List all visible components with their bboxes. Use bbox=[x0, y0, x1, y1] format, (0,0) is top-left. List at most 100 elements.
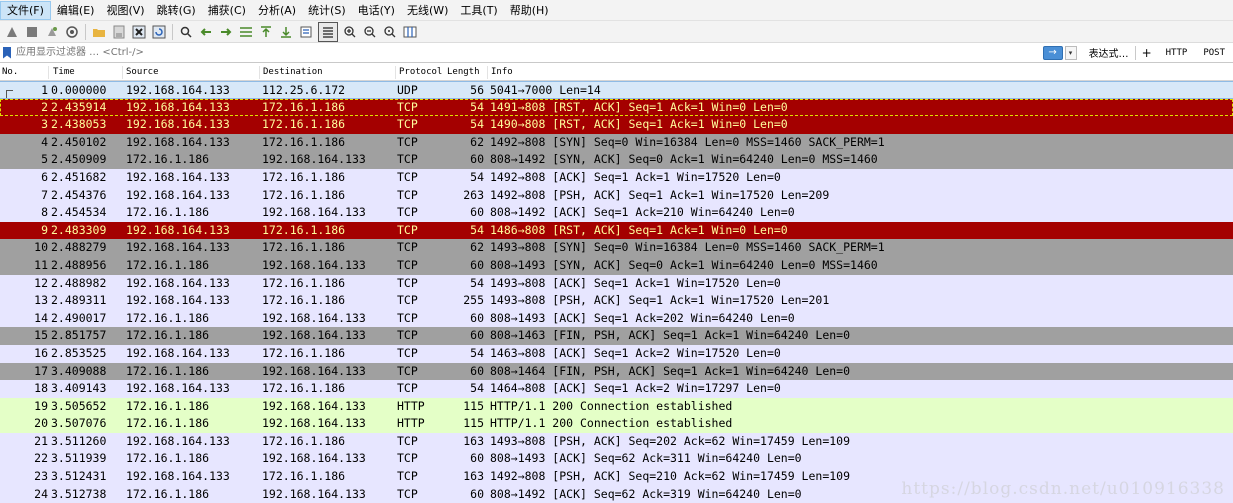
go-back-icon[interactable] bbox=[198, 24, 214, 40]
packet-row[interactable]: 8 2.454534 172.16.1.186 192.168.164.133 TCP 6… bbox=[0, 204, 1233, 222]
packet-destination: 172.16.1.186 bbox=[262, 99, 346, 114]
packet-info: 1493→808 [ACK] Seq=1 Ack=1 Win=17520 Len… bbox=[490, 275, 781, 290]
menu-tools[interactable]: 工具(T) bbox=[454, 1, 503, 20]
menu-wireless[interactable]: 无线(W) bbox=[401, 1, 454, 20]
packet-row[interactable]: 24 3.512738 172.16.1.186 192.168.164.133 TCP… bbox=[0, 485, 1233, 503]
zoom-normal-icon[interactable] bbox=[382, 24, 398, 40]
column-header-time[interactable]: Time bbox=[53, 64, 75, 81]
resize-columns-icon[interactable] bbox=[402, 24, 418, 40]
packet-length: 255 bbox=[463, 293, 484, 308]
packet-info: 808→1464 [FIN, PSH, ACK] Seq=1 Ack=1 Win… bbox=[490, 363, 851, 378]
packet-row[interactable]: 17 3.409088 172.16.1.186 192.168.164.133 TCP… bbox=[0, 362, 1233, 381]
packet-row[interactable]: 11 2.488956 172.16.1.186 192.168.164.133 TCP… bbox=[0, 256, 1233, 275]
add-filter-button[interactable]: + bbox=[1136, 46, 1158, 60]
packet-row[interactable]: 7 2.454376 192.168.164.133 172.16.1.186 TCP 2… bbox=[0, 186, 1233, 205]
packet-row[interactable]: 22 3.511939 172.16.1.186 192.168.164.133 TCP… bbox=[0, 450, 1233, 469]
display-filter-input[interactable] bbox=[14, 44, 1043, 61]
packet-row[interactable]: 21 3.511260 192.168.164.133 172.16.1.186 TCP… bbox=[0, 432, 1233, 451]
packet-row[interactable]: 5 2.450909 172.16.1.186 192.168.164.133 TCP 6… bbox=[0, 151, 1233, 169]
packet-length: 62 bbox=[470, 134, 484, 149]
filter-bookmark-icon[interactable] bbox=[3, 46, 11, 59]
packet-no: 20 bbox=[34, 416, 48, 431]
menu-analyze[interactable]: 分析(A) bbox=[252, 1, 302, 20]
colorize-icon[interactable] bbox=[318, 21, 338, 42]
packet-protocol: TCP bbox=[397, 433, 418, 448]
packet-no: 5 bbox=[41, 152, 48, 167]
zoom-out-icon[interactable] bbox=[362, 24, 378, 40]
autoscroll-icon[interactable] bbox=[298, 24, 314, 40]
column-header-length[interactable]: Length bbox=[447, 64, 480, 81]
filter-history-chevron-down-icon[interactable]: ▾ bbox=[1064, 45, 1077, 60]
stop-capture-icon[interactable] bbox=[24, 24, 40, 40]
column-divider[interactable] bbox=[48, 66, 49, 79]
go-forward-icon[interactable] bbox=[218, 24, 234, 40]
menu-telephony[interactable]: 电话(Y) bbox=[352, 1, 401, 20]
packet-no: 19 bbox=[34, 398, 48, 413]
packet-row[interactable]: 16 2.853525 192.168.164.133 172.16.1.186 TCP… bbox=[0, 344, 1233, 363]
packet-length: 60 bbox=[470, 486, 484, 501]
menu-edit[interactable]: 编辑(E) bbox=[51, 1, 101, 20]
packet-destination: 192.168.164.133 bbox=[262, 328, 366, 343]
filter-button-post[interactable]: POST bbox=[1195, 48, 1233, 58]
packet-row[interactable]: 4 2.450102 192.168.164.133 172.16.1.186 TCP 6… bbox=[0, 133, 1233, 152]
packet-row[interactable]: 13 2.489311 192.168.164.133 172.16.1.186 TCP… bbox=[0, 292, 1233, 310]
column-divider[interactable] bbox=[122, 66, 123, 79]
packet-row[interactable]: 15 2.851757 172.16.1.186 192.168.164.133 TCP… bbox=[0, 327, 1233, 345]
go-last-packet-icon[interactable] bbox=[278, 24, 294, 40]
packet-time: 2.853525 bbox=[51, 345, 107, 360]
packet-destination: 172.16.1.186 bbox=[262, 345, 346, 360]
menu-go[interactable]: 跳转(G) bbox=[151, 1, 202, 20]
packet-row[interactable]: 19 3.505652 172.16.1.186 192.168.164.133 HTT… bbox=[0, 397, 1233, 416]
toolbar-separator bbox=[85, 23, 86, 40]
column-header-source[interactable]: Source bbox=[126, 64, 159, 81]
packet-row[interactable]: 9 2.483309 192.168.164.133 172.16.1.186 TCP 5… bbox=[0, 221, 1233, 240]
menu-view[interactable]: 视图(V) bbox=[100, 1, 150, 20]
column-divider[interactable] bbox=[395, 66, 396, 79]
packet-row[interactable]: 2 2.435914 192.168.164.133 172.16.1.186 TCP 5… bbox=[0, 98, 1233, 117]
zoom-in-icon[interactable] bbox=[342, 24, 358, 40]
packet-time: 2.489311 bbox=[51, 293, 107, 308]
go-first-packet-icon[interactable] bbox=[258, 24, 274, 40]
find-packet-icon[interactable] bbox=[178, 24, 194, 40]
packet-source: 192.168.164.133 bbox=[126, 381, 230, 396]
packet-row[interactable]: 3 2.438053 192.168.164.133 172.16.1.186 TCP 5… bbox=[0, 116, 1233, 134]
packet-row[interactable]: 23 3.512431 192.168.164.133 172.16.1.186 TCP… bbox=[0, 468, 1233, 486]
packet-destination: 172.16.1.186 bbox=[262, 169, 346, 184]
packet-source: 172.16.1.186 bbox=[126, 486, 210, 501]
filter-button-http[interactable]: HTTP bbox=[1158, 48, 1196, 58]
menu-capture[interactable]: 捕获(C) bbox=[202, 1, 252, 20]
packet-row[interactable]: 14 2.490017 172.16.1.186 192.168.164.133 TCP… bbox=[0, 309, 1233, 328]
column-header-destination[interactable]: Destination bbox=[263, 64, 323, 81]
packet-list: No. Time Source Destination Protocol Len… bbox=[0, 64, 1233, 503]
packet-no: 3 bbox=[41, 117, 48, 132]
menu-file[interactable]: 文件(F) bbox=[0, 0, 51, 20]
apply-filter-arrow-icon[interactable]: → bbox=[1042, 45, 1063, 60]
packet-row[interactable]: 18 3.409143 192.168.164.133 172.16.1.186 TCP… bbox=[0, 380, 1233, 398]
packet-length: 60 bbox=[470, 328, 484, 343]
packet-row[interactable]: 1 0.000000 192.168.164.133 112.25.6.172 UDP 5… bbox=[0, 81, 1233, 99]
packet-source: 192.168.164.133 bbox=[126, 117, 230, 132]
reload-file-icon[interactable] bbox=[151, 24, 167, 40]
column-header-protocol[interactable]: Protocol bbox=[399, 64, 442, 81]
go-to-packet-icon[interactable] bbox=[238, 24, 254, 40]
packet-source: 192.168.164.133 bbox=[126, 293, 230, 308]
packet-destination: 172.16.1.186 bbox=[262, 187, 346, 202]
packet-row[interactable]: 10 2.488279 192.168.164.133 172.16.1.186 TCP… bbox=[0, 239, 1233, 257]
start-capture-icon[interactable] bbox=[4, 24, 20, 40]
close-file-icon[interactable] bbox=[131, 24, 147, 40]
menu-statistics[interactable]: 统计(S) bbox=[302, 1, 352, 20]
packet-row[interactable]: 12 2.488982 192.168.164.133 172.16.1.186 TCP… bbox=[0, 274, 1233, 293]
capture-options-icon[interactable] bbox=[64, 24, 80, 40]
restart-capture-icon[interactable] bbox=[44, 24, 60, 40]
packet-row[interactable]: 20 3.507076 172.16.1.186 192.168.164.133 HTT… bbox=[0, 415, 1233, 433]
column-header-info[interactable]: Info bbox=[491, 64, 513, 81]
column-divider[interactable] bbox=[259, 66, 260, 79]
column-divider[interactable] bbox=[487, 66, 488, 79]
save-file-icon[interactable] bbox=[111, 24, 127, 40]
packet-row[interactable]: 6 2.451682 192.168.164.133 172.16.1.186 TCP 5… bbox=[0, 168, 1233, 187]
packet-protocol: TCP bbox=[397, 381, 418, 396]
open-file-icon[interactable] bbox=[91, 24, 107, 40]
expression-button[interactable]: 表达式… bbox=[1083, 45, 1135, 60]
menu-help[interactable]: 帮助(H) bbox=[504, 1, 555, 20]
column-header-no[interactable]: No. bbox=[2, 64, 18, 81]
